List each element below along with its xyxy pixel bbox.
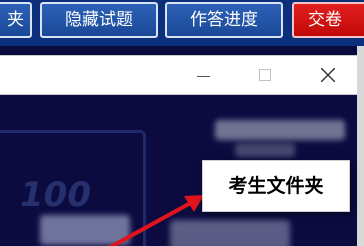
student-folder-callout: 考生文件夹 [202, 160, 350, 212]
